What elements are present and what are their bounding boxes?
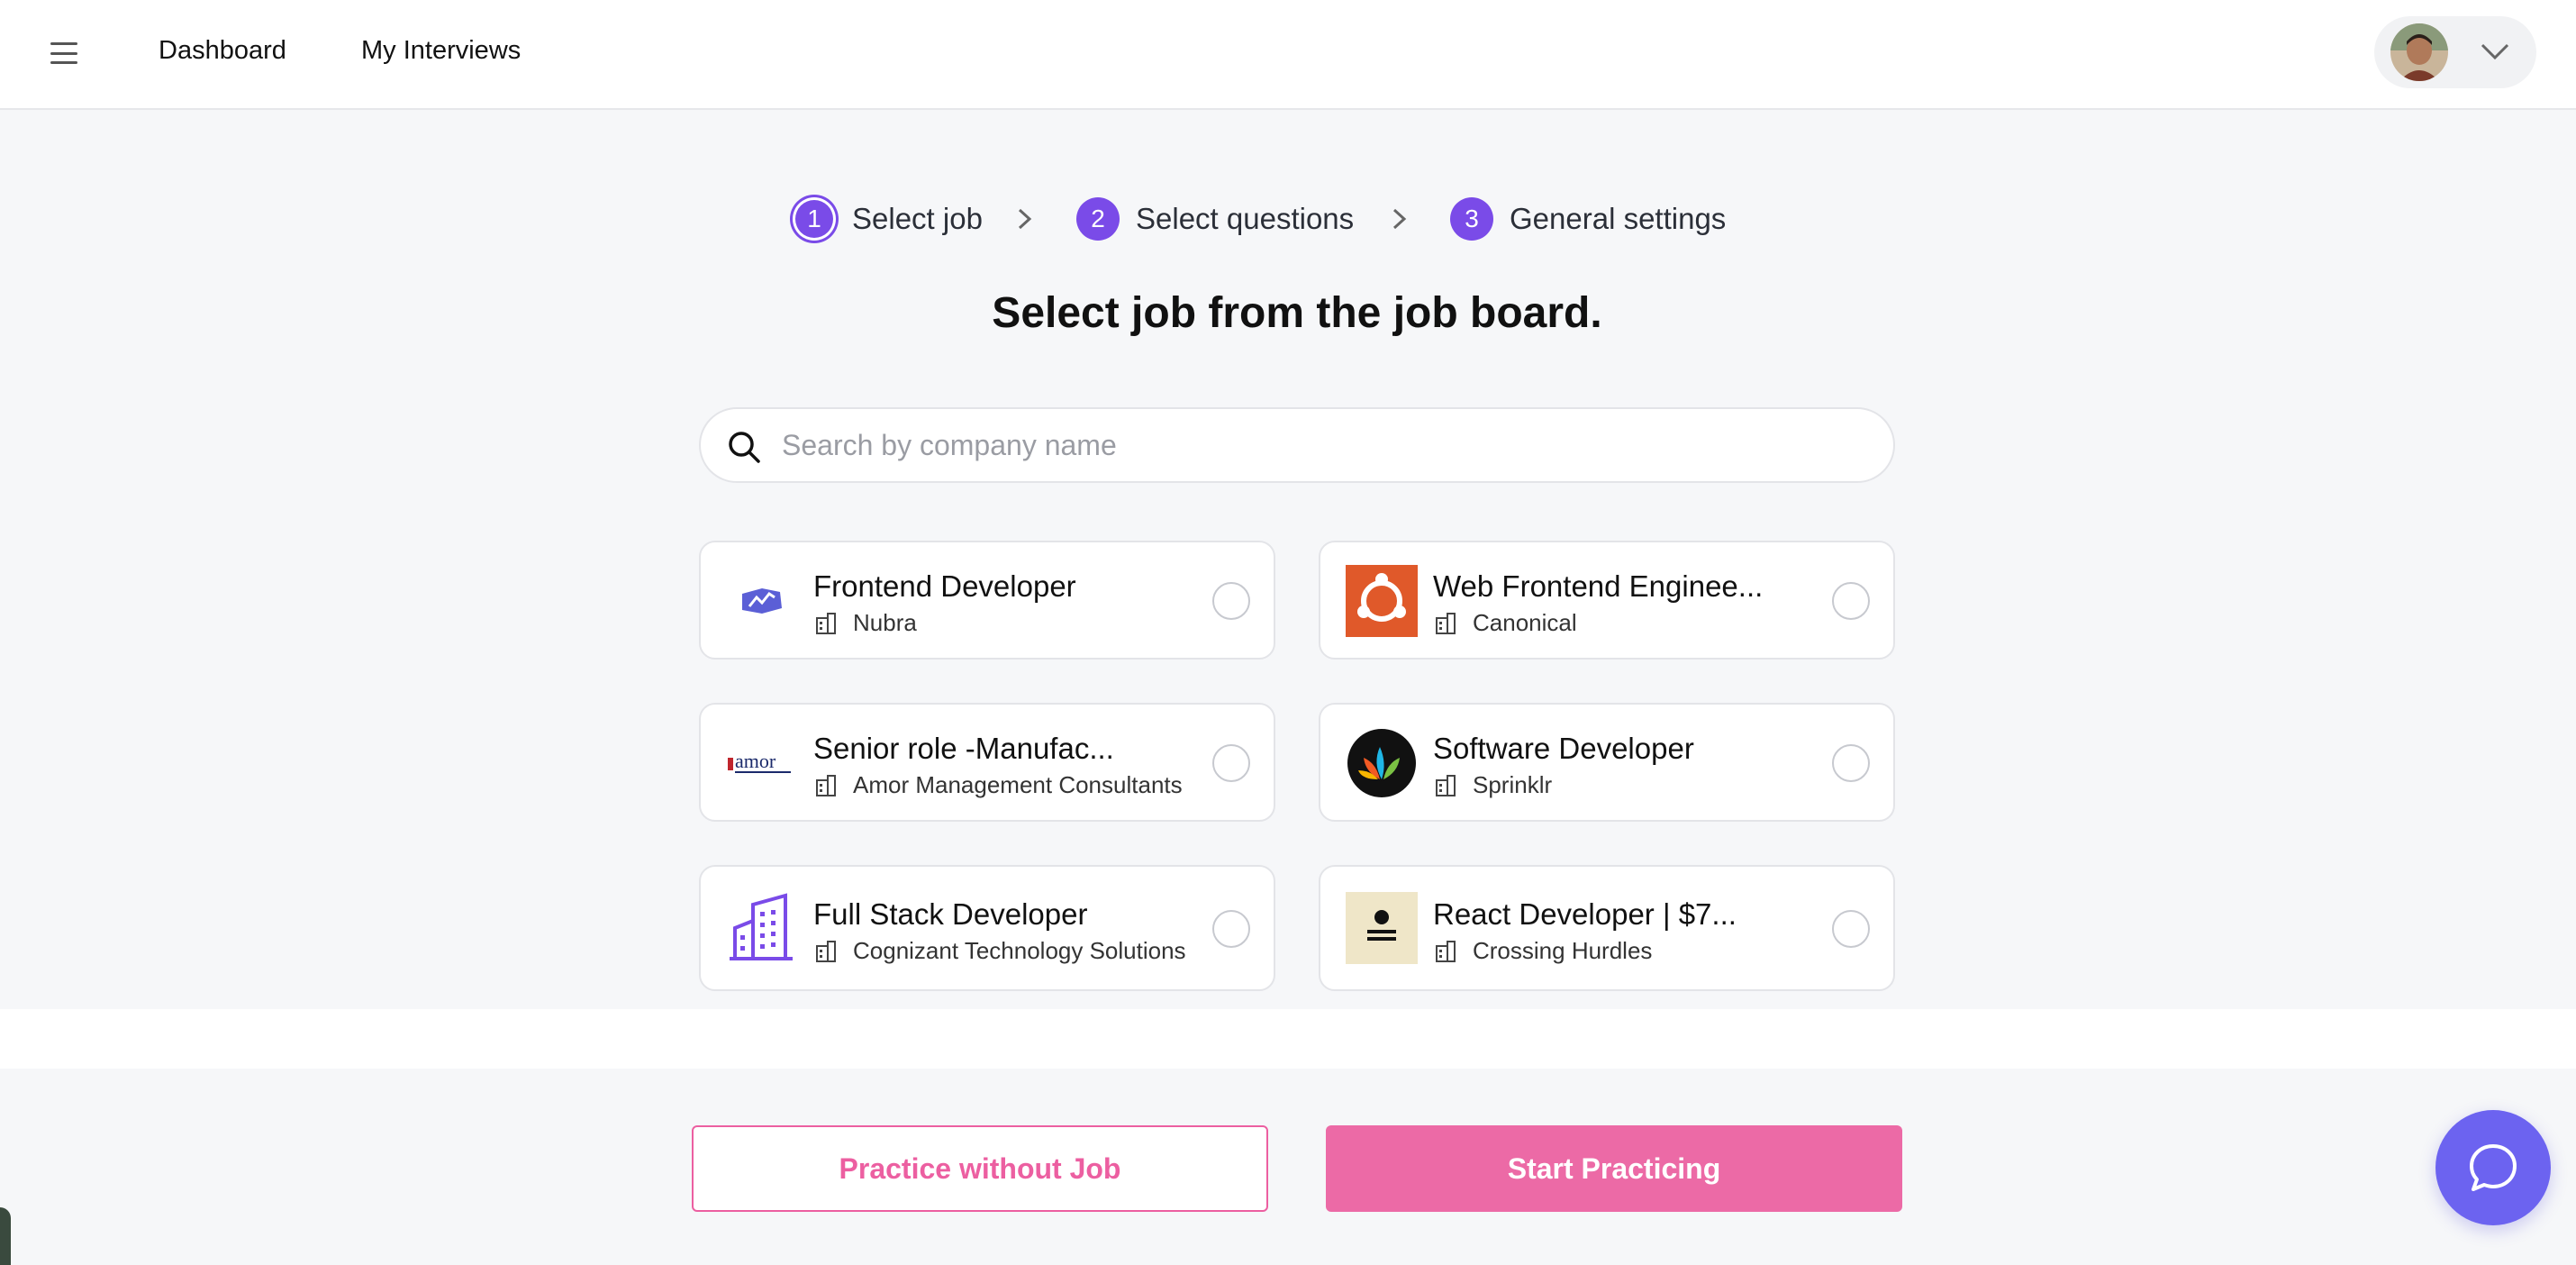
top-navbar: Dashboard My Interviews — [0, 0, 2576, 110]
company-row: Canonical — [1433, 609, 1577, 637]
search-bar — [699, 407, 1895, 483]
company-name: Cognizant Technology Solutions — [853, 937, 1186, 964]
hamburger-menu-icon[interactable] — [49, 38, 79, 68]
chat-button[interactable] — [2435, 1110, 2551, 1225]
nubra-logo-icon — [742, 588, 782, 614]
job-title: Senior role -Manufac... — [813, 732, 1114, 765]
footer-bar — [0, 1069, 2576, 1265]
job-title: Frontend Developer — [813, 569, 1076, 603]
job-card[interactable]: React Developer | $7... Crossing Hurdles — [1319, 865, 1895, 991]
step-number: 3 — [1450, 197, 1493, 241]
step-label: Select job — [852, 202, 983, 235]
building-logo-icon — [730, 893, 793, 960]
company-name: Nubra — [853, 609, 917, 636]
step-label: Select questions — [1136, 202, 1355, 235]
search-icon — [729, 432, 760, 463]
crossing-hurdles-logo-icon — [1346, 892, 1418, 964]
building-icon — [816, 612, 836, 634]
job-card[interactable]: Software Developer Sprinklr — [1319, 703, 1895, 822]
profile-menu-button[interactable] — [2374, 16, 2536, 88]
sprinklr-logo-icon — [1347, 729, 1416, 797]
job-title: Web Frontend Enginee... — [1433, 569, 1764, 603]
job-select-radio[interactable] — [1212, 582, 1250, 620]
practice-without-job-button[interactable]: Practice without Job — [692, 1125, 1268, 1212]
step-number: 1 — [793, 197, 836, 241]
job-card[interactable]: Frontend Developer Nubra — [699, 541, 1275, 660]
page-title: Select job from the job board. — [992, 289, 1602, 337]
step-general-settings[interactable]: 3 General settings — [1450, 196, 1726, 241]
company-row: Amor Management Consultants — [813, 771, 1183, 799]
avatar — [2390, 23, 2448, 81]
company-row: Sprinklr — [1433, 771, 1552, 799]
step-select-questions[interactable]: 2 Select questions — [1076, 196, 1354, 241]
chevron-right-icon — [1018, 208, 1032, 230]
step-select-job[interactable]: 1 Select job — [793, 196, 983, 241]
company-row: Nubra — [813, 609, 917, 637]
chevron-down-icon — [2481, 43, 2509, 60]
job-card[interactable]: Full Stack Developer Cognizant Technolog… — [699, 865, 1275, 991]
company-row: Crossing Hurdles — [1433, 937, 1652, 965]
job-title: Full Stack Developer — [813, 897, 1088, 931]
step-label: General settings — [1510, 202, 1727, 235]
company-name: Amor Management Consultants — [853, 771, 1183, 798]
job-title: React Developer | $7... — [1433, 897, 1737, 931]
company-name: Sprinklr — [1473, 771, 1553, 798]
job-card[interactable]: amor Senior role -Manufac... Amor Manage… — [699, 703, 1275, 822]
chat-bubble-icon — [2470, 1144, 2517, 1191]
content-divider — [0, 1009, 2576, 1069]
company-row: Cognizant Technology Solutions — [813, 937, 1186, 965]
amor-logo-icon: amor — [728, 750, 791, 773]
building-icon — [816, 940, 836, 962]
job-title: Software Developer — [1433, 732, 1694, 765]
company-name: Canonical — [1473, 609, 1577, 636]
job-select-radio[interactable] — [1832, 744, 1870, 782]
job-card[interactable]: Web Frontend Enginee... Canonical — [1319, 541, 1895, 660]
nav-my-interviews-link[interactable]: My Interviews — [361, 36, 521, 66]
building-icon — [1436, 940, 1456, 962]
company-name: Crossing Hurdles — [1473, 937, 1653, 964]
building-icon — [1436, 612, 1456, 634]
amor-logo-text: amor — [735, 750, 776, 772]
stepper: 1 Select job 2 Select questions 3 Genera… — [0, 196, 2576, 247]
job-select-radio[interactable] — [1212, 744, 1250, 782]
nav-dashboard-link[interactable]: Dashboard — [159, 36, 286, 66]
building-icon — [816, 774, 836, 796]
canonical-logo-icon — [1346, 565, 1418, 637]
job-select-radio[interactable] — [1832, 582, 1870, 620]
building-icon — [1436, 774, 1456, 796]
start-practicing-button[interactable]: Start Practicing — [1326, 1125, 1902, 1212]
window-corner — [0, 1207, 11, 1265]
step-number: 2 — [1076, 197, 1120, 241]
job-select-radio[interactable] — [1212, 910, 1250, 948]
search-input[interactable] — [782, 409, 1863, 481]
job-select-radio[interactable] — [1832, 910, 1870, 948]
chevron-right-icon — [1392, 208, 1407, 230]
